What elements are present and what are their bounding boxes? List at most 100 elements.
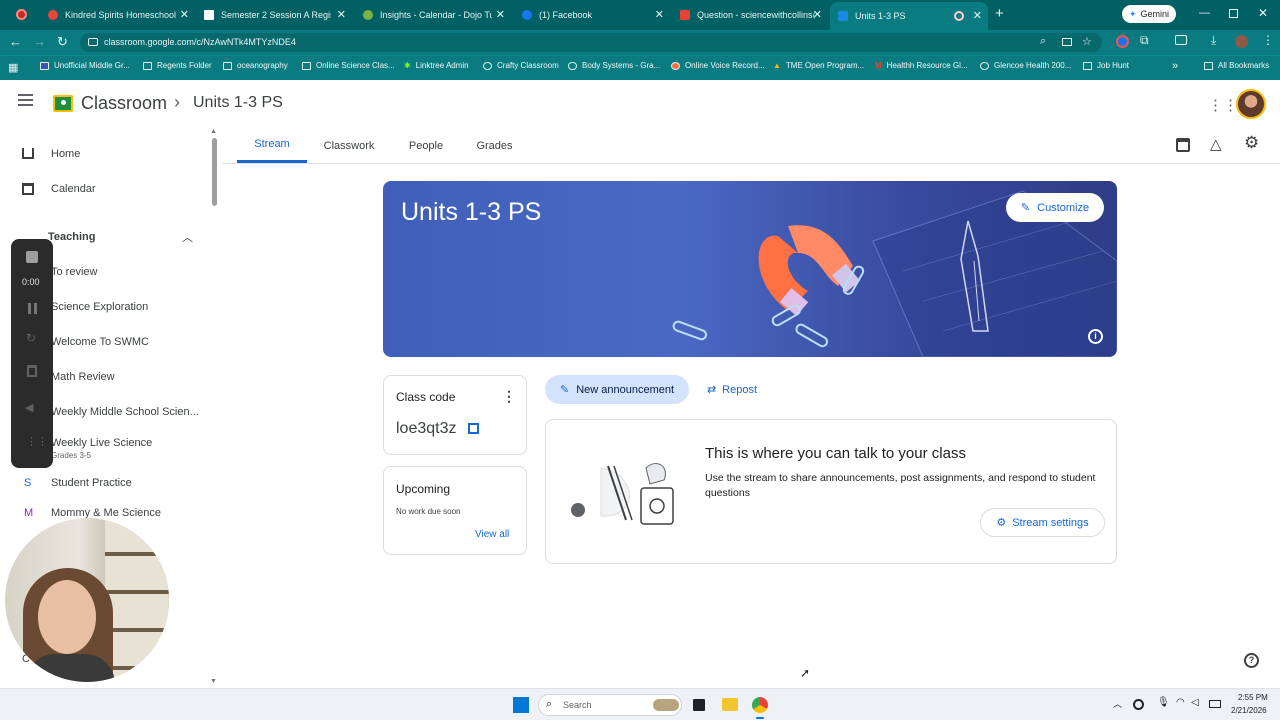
trash-icon[interactable] [27, 365, 37, 377]
browser-tab-active[interactable]: Units 1-3 PS ✕ [830, 2, 988, 30]
browser-tab[interactable]: Kindred Spirits Homeschool ✕ [40, 4, 195, 26]
tray-app-icon[interactable] [1133, 699, 1144, 710]
extensions-icon[interactable]: ⧉ [1140, 33, 1149, 48]
bookmark-item[interactable]: Crafty Classroom [483, 61, 559, 70]
help-icon[interactable]: ? [1244, 653, 1259, 668]
close-tab-icon[interactable]: ✕ [655, 8, 664, 21]
pause-icon[interactable] [28, 303, 37, 314]
close-tab-icon[interactable]: ✕ [973, 9, 982, 22]
app-name[interactable]: Classroom [81, 93, 167, 114]
bookmark-item[interactable]: Glencoe Health 200... [980, 61, 1071, 70]
calendar-icon[interactable] [1176, 138, 1190, 152]
fullscreen-code-icon[interactable] [468, 423, 479, 434]
tab-stream[interactable]: Stream [237, 128, 307, 163]
address-bar[interactable]: classroom.google.com/c/NzAwNTk4MTYzNDE4 … [80, 33, 1102, 52]
gemini-button[interactable]: ✦ Gemini [1122, 5, 1176, 23]
taskbar-search-box[interactable]: ⌕ Search [538, 694, 682, 716]
clock-time[interactable]: 2:55 PM [1238, 693, 1268, 702]
browser-tab[interactable]: (1) Facebook ✕ [514, 4, 670, 26]
reload-icon[interactable]: ↻ [57, 34, 68, 50]
bookmark-folder[interactable]: oceanography [223, 61, 288, 70]
audio-playing-icon[interactable] [954, 11, 964, 21]
grid-icon[interactable]: ⋮⋮ [26, 435, 48, 448]
bookmark-item[interactable]: M Healthh Resource Gl... [875, 61, 968, 70]
back-icon[interactable]: ← [9, 34, 22, 49]
new-tab-button[interactable]: + [995, 5, 1004, 22]
browser-tab[interactable]: Question - sciencewithcollins@ ✕ [672, 4, 828, 26]
more-options-icon[interactable]: ⋮ [502, 388, 516, 405]
classroom-logo-icon [53, 95, 73, 112]
start-windows-icon[interactable] [513, 697, 529, 713]
draw-icon[interactable]: ◀ [25, 401, 33, 414]
bookmark-item[interactable]: Online Voice Record... [671, 61, 765, 70]
battery-icon[interactable] [1209, 700, 1221, 708]
forward-icon[interactable]: → [33, 34, 46, 49]
stream-settings-button[interactable]: ⚙ Stream settings [980, 508, 1105, 537]
browser-tab[interactable]: Insights - Calendar - Dojo Tuto ✕ [355, 4, 511, 26]
close-tab-icon[interactable]: ✕ [813, 8, 822, 21]
close-window-icon[interactable]: ✕ [1258, 6, 1268, 20]
restart-icon[interactable]: ↻ [26, 331, 36, 345]
bookmark-folder[interactable]: Job Hunt [1083, 61, 1129, 70]
bookmark-item[interactable]: ▲ TME Open Program... [773, 61, 864, 70]
close-tab-icon[interactable]: ✕ [337, 8, 346, 21]
apps-grid-icon[interactable]: ▦ [8, 61, 18, 74]
task-view-icon[interactable] [693, 699, 705, 711]
pencil-icon: ✎ [1020, 202, 1031, 214]
show-hidden-icons[interactable]: ︿ [1113, 697, 1122, 710]
stop-record-icon[interactable] [26, 251, 38, 263]
restore-window-icon[interactable] [1229, 9, 1238, 18]
mouse-cursor-icon: ➚ [800, 666, 811, 680]
scroll-up-icon[interactable]: ▲ [210, 128, 217, 135]
all-bookmarks-folder[interactable]: All Bookmarks [1204, 61, 1269, 70]
sidebar-scrollbar[interactable] [212, 138, 217, 206]
bookmark-star-icon[interactable]: ☆ [1082, 35, 1092, 48]
site-info-icon[interactable] [88, 38, 98, 46]
bookmark-folder[interactable]: Online Science Clas... [302, 61, 395, 70]
browser-tab[interactable]: Semester 2 Session A Registrati ✕ [196, 4, 352, 26]
chevron-up-icon[interactable]: ︿ [182, 229, 193, 245]
install-app-icon[interactable] [1062, 38, 1072, 46]
close-tab-icon[interactable]: ✕ [496, 8, 505, 21]
microphone-icon[interactable]: 🎙 [1157, 697, 1170, 708]
bookmark-item[interactable]: Unofficial Middle Gr... [40, 61, 130, 70]
profile-avatar[interactable] [1235, 35, 1248, 48]
drive-folder-icon[interactable]: △ [1210, 135, 1222, 153]
volume-icon[interactable]: ◁ [1191, 697, 1199, 708]
bookmark-item[interactable]: ✱ Linktree Admin [404, 61, 469, 70]
tab-classwork[interactable]: Classwork [314, 128, 384, 163]
tab-people[interactable]: People [397, 128, 455, 163]
banner-class-title[interactable]: Units 1-3 PS [401, 198, 541, 227]
cloud-icon [568, 61, 577, 70]
chrome-taskbar-icon[interactable] [752, 697, 768, 713]
more-bookmarks-button[interactable]: » [1172, 60, 1178, 72]
download-icon[interactable]: ⤓ [1211, 33, 1216, 48]
webcam-bubble[interactable] [5, 518, 169, 682]
minimize-window-icon[interactable]: — [1199, 7, 1210, 19]
bookmark-folder[interactable]: Regents Folder [143, 61, 212, 70]
sidebar-item-home[interactable]: Home [0, 139, 210, 169]
main-menu-icon[interactable] [18, 94, 33, 106]
bookmark-item[interactable]: Body Systems - Gra... [568, 61, 660, 70]
sidebar-item-class[interactable]: S Student Practice [0, 468, 210, 498]
account-avatar[interactable] [1236, 89, 1266, 119]
customize-button[interactable]: ✎ Customize [1006, 193, 1104, 222]
repost-button[interactable]: ⇄ Repost [700, 375, 764, 404]
tab-grades[interactable]: Grades [467, 128, 522, 163]
settings-gear-icon[interactable]: ⚙ [1244, 133, 1259, 153]
info-icon[interactable]: i [1088, 329, 1103, 344]
sidebar-item-calendar[interactable]: Calendar [0, 174, 210, 204]
bookmark-label: All Bookmarks [1218, 61, 1270, 70]
file-explorer-icon[interactable] [722, 698, 738, 711]
scroll-down-icon[interactable]: ▼ [210, 678, 217, 685]
google-apps-icon[interactable]: ⋮⋮ [1208, 96, 1238, 114]
view-all-link[interactable]: View all [475, 529, 509, 540]
close-tab-icon[interactable]: ✕ [180, 8, 189, 21]
browser-menu-icon[interactable]: ⋮ [1262, 33, 1274, 47]
wifi-icon[interactable]: ◠ [1176, 697, 1185, 708]
zoom-icon[interactable]: ⌕ [1040, 35, 1046, 48]
clock-date[interactable]: 2/21/2026 [1231, 706, 1267, 715]
extension-badge-icon[interactable] [1116, 35, 1129, 48]
cast-icon[interactable] [1175, 35, 1187, 45]
new-announcement-button[interactable]: ✎ New announcement [545, 375, 689, 404]
